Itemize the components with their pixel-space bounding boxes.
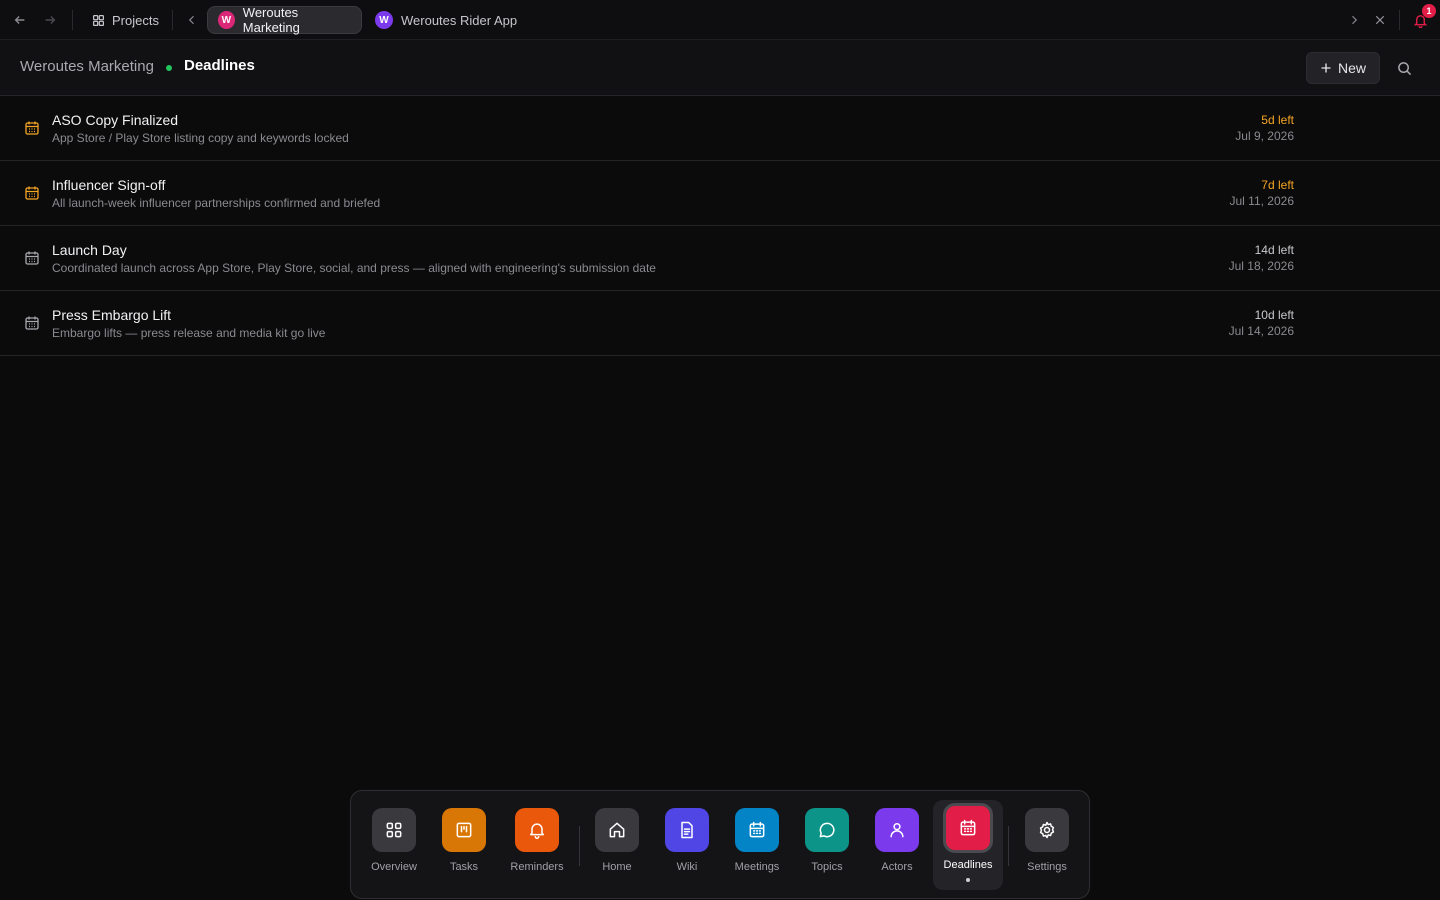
dock-label: Actors [881,861,913,873]
calendar-icon [24,120,40,136]
dock-label: Home [602,861,632,873]
deadline-title: Launch Day [52,242,127,258]
deadline-title: Press Embargo Lift [52,307,172,323]
active-indicator [966,878,970,882]
time-left: 14d left [1254,243,1294,257]
deadline-list: ASO Copy Finalized App Store / Play Stor… [0,96,1440,356]
project-tab-label: Weroutes Rider App [401,12,518,28]
search-icon[interactable] [1392,56,1416,80]
divider [172,10,173,30]
new-button[interactable]: New [1306,52,1380,84]
top-bar: Projects W Weroutes Marketing W Weroutes… [0,0,1440,40]
deadline-date: Jul 18, 2026 [1228,259,1294,273]
grid-icon [93,14,104,26]
dock-item-meetings[interactable]: Meetings [722,803,792,891]
projects-button[interactable]: Projects [84,7,167,33]
forward-arrow-icon[interactable] [40,10,60,30]
project-avatar: W [218,11,235,29]
dock-item-tasks[interactable]: Tasks [429,803,499,891]
dock-label: Tasks [449,861,479,873]
document-icon [665,808,709,852]
breadcrumb-parent[interactable]: Weroutes Marketing [20,58,154,75]
project-tab-label: Weroutes Marketing [242,5,300,35]
dock-divider [579,826,580,866]
kanban-icon [442,808,486,852]
dock-item-actors[interactable]: Actors [862,803,932,891]
deadline-row[interactable]: Influencer Sign-off All launch-week infl… [0,161,1440,226]
deadline-row[interactable]: Launch Day Coordinated launch across App… [0,226,1440,291]
bottom-dock: Overview Tasks Reminders Home Wiki Meeti… [350,790,1090,899]
calendar-icon [735,808,779,852]
dock-item-home[interactable]: Home [582,803,652,891]
chevron-right-icon[interactable] [1344,10,1364,30]
projects-label: Projects [112,12,159,28]
notification-badge: 1 [1422,4,1436,18]
calendar-icon [943,803,993,853]
dock-item-settings[interactable]: Settings [1012,803,1082,891]
dock-label: Settings [1027,861,1067,873]
dock-divider [1008,826,1009,866]
deadline-row[interactable]: Press Embargo Lift Embargo lifts — press… [0,291,1440,356]
divider [72,10,73,30]
status-dot [166,65,172,71]
dock-label: Overview [371,861,417,873]
dock-item-topics[interactable]: Topics [792,803,862,891]
calendar-icon [24,250,40,266]
dock-item-deadlines[interactable]: Deadlines [933,800,1003,890]
deadline-date: Jul 11, 2026 [1229,194,1295,208]
chevron-left-icon[interactable] [182,10,202,30]
dock-item-reminders[interactable]: Reminders [502,803,572,891]
calendar-icon [24,315,40,331]
divider [1399,10,1400,30]
deadline-title: Influencer Sign-off [52,177,166,193]
dock-label: Deadlines [943,859,993,871]
deadline-description: Coordinated launch across App Store, Pla… [52,261,656,275]
deadline-description: Embargo lifts — press release and media … [52,326,326,340]
dock-label: Wiki [676,861,698,873]
dock-item-wiki[interactable]: Wiki [652,803,722,891]
grid-icon [372,808,416,852]
time-left: 7d left [1261,178,1294,192]
chat-icon [805,808,849,852]
person-icon [875,808,919,852]
bell-icon [515,808,559,852]
project-tab-weroutes-rider-app[interactable]: W Weroutes Rider App [365,6,527,34]
deadline-description: All launch-week influencer partnerships … [52,196,381,210]
plus-icon [1321,63,1331,73]
calendar-icon [24,185,40,201]
home-icon [595,808,639,852]
time-left: 5d left [1261,113,1294,127]
page-header: Weroutes Marketing Deadlines New [0,40,1440,96]
back-arrow-icon[interactable] [10,10,30,30]
deadline-date: Jul 9, 2026 [1235,129,1294,143]
time-left: 10d left [1254,308,1294,322]
page-title: Deadlines [184,57,255,74]
dock-label: Meetings [734,861,780,873]
project-avatar: W [375,11,393,29]
deadline-date: Jul 14, 2026 [1228,324,1294,338]
close-icon[interactable] [1370,10,1390,30]
deadline-description: App Store / Play Store listing copy and … [52,131,349,145]
gear-icon [1025,808,1069,852]
dock-item-overview[interactable]: Overview [359,803,429,891]
dock-label: Reminders [510,861,564,873]
project-tab-weroutes-marketing[interactable]: W Weroutes Marketing [207,5,362,35]
dock-label: Topics [811,861,843,873]
deadline-row[interactable]: ASO Copy Finalized App Store / Play Stor… [0,96,1440,161]
deadline-title: ASO Copy Finalized [52,112,179,128]
new-button-label: New [1337,60,1366,76]
